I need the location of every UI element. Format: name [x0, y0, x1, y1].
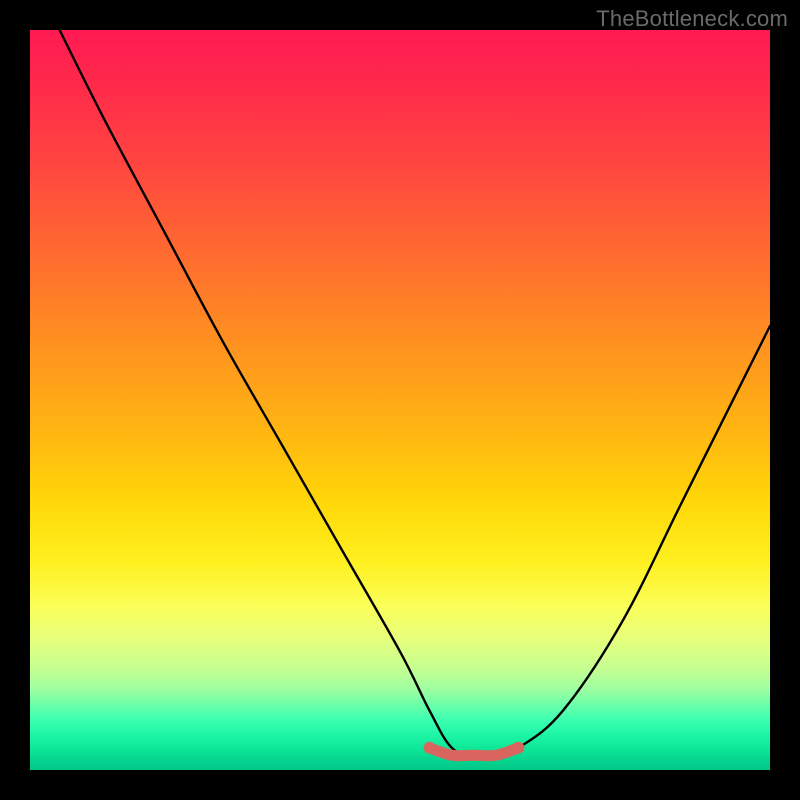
marker-endpoint-left — [424, 742, 436, 754]
chart-container: TheBottleneck.com — [0, 0, 800, 800]
optimal-range-marker — [430, 748, 519, 756]
bottleneck-curve — [60, 30, 770, 756]
watermark-text: TheBottleneck.com — [596, 6, 788, 32]
marker-endpoint-right — [512, 742, 524, 754]
curve-svg — [30, 30, 770, 770]
plot-area — [30, 30, 770, 770]
